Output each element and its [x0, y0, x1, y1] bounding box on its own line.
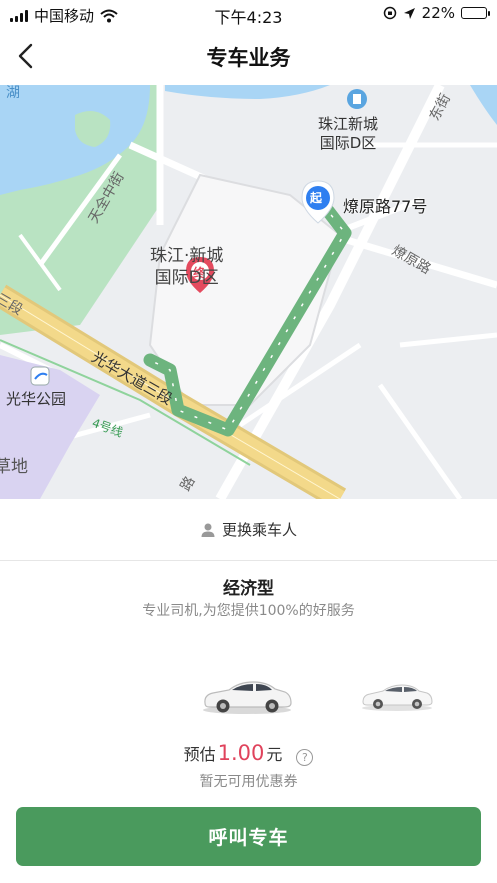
route-map[interactable]: 起 终 湖 天全中街 东街 珠江新城 国际D区 燎原路77号 燎原路 珠江·新城… [0, 85, 497, 499]
service-type-title: 经济型 [223, 579, 274, 599]
map-label-guanghua-park: 光华公园 [6, 390, 67, 408]
car-icon[interactable] [360, 680, 434, 712]
destination-label: 珠江·新城 国际D区 [150, 246, 224, 288]
map-label-lake: 湖 [6, 85, 20, 101]
coupon-status: 暂无可用优惠券 [199, 774, 298, 790]
price-unit: 元 [266, 745, 283, 764]
change-passenger-label: 更换乘车人 [221, 521, 297, 539]
start-address-label: 燎原路77号 [343, 197, 428, 216]
rotation-lock-icon [383, 6, 396, 20]
battery-percent: 22% [421, 4, 455, 22]
question-icon[interactable]: ? [296, 749, 314, 766]
location-arrow-icon [403, 7, 415, 19]
person-icon [201, 523, 215, 537]
car-icon[interactable] [201, 676, 293, 716]
call-car-button[interactable]: 呼叫专车 [16, 807, 481, 866]
nav-bar: 专车业务 [0, 28, 497, 85]
status-right: 22% [383, 4, 490, 22]
price-estimate: 预估 1.00 元 ? [0, 741, 497, 766]
price-prefix: 预估 [183, 745, 216, 764]
price-amount: 1.00 [217, 741, 265, 765]
change-passenger-button[interactable]: 更换乘车人 [0, 499, 497, 561]
battery-icon [461, 7, 490, 19]
map-label-lawn: 草地 [0, 457, 28, 477]
service-description: 专业司机,为您提供100%的好服务 [142, 603, 355, 619]
page-title: 专车业务 [206, 46, 291, 70]
start-marker-label: 起 [310, 191, 323, 205]
status-bar: 中国移动 下午4:23 22% [0, 0, 497, 28]
map-label-poi-d: 珠江新城 国际D区 [318, 115, 379, 152]
map-canvas [0, 85, 497, 499]
